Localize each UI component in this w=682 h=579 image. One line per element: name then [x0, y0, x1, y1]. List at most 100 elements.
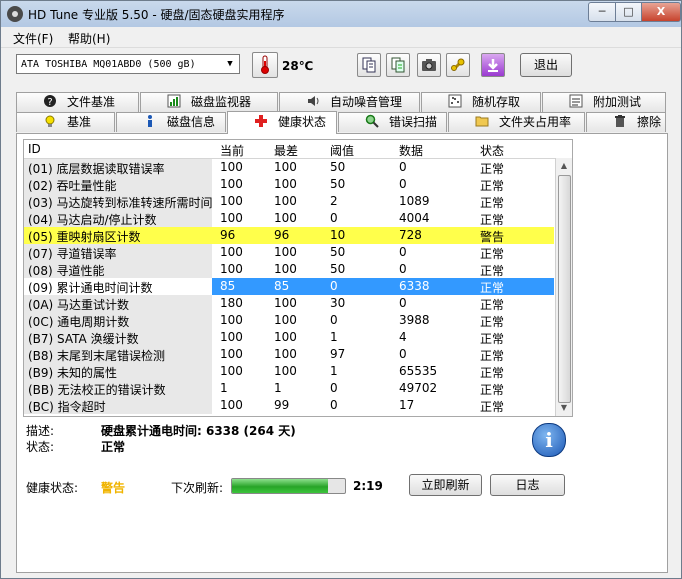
cell-data: 6338	[399, 279, 430, 293]
smart-table[interactable]: ID 当前 最差 阈值 数据 状态 (01) 底层数据读取错误率 100 100 50…	[23, 139, 573, 417]
tab-folder-usage[interactable]: 文件夹占用率	[448, 112, 585, 132]
thermometer-icon[interactable]	[252, 52, 278, 78]
cell-current: 100	[220, 262, 243, 276]
tab-erase[interactable]: 擦除	[586, 112, 666, 132]
tab-label: 错误扫描	[389, 115, 438, 129]
table-row[interactable]: (02) 吞吐量性能 100 100 50 0 正常	[24, 176, 554, 193]
col-header-id[interactable]: ID	[28, 142, 41, 156]
cell-status: 正常	[480, 247, 505, 261]
id-cell-background: (BB) 无法校正的错误计数	[24, 380, 212, 397]
col-header-threshold[interactable]: 阈值	[330, 142, 354, 159]
cell-status: 正常	[480, 400, 505, 414]
folder-icon	[475, 116, 489, 127]
svg-text:?: ?	[47, 97, 52, 108]
tab-label: 磁盘信息	[167, 115, 216, 129]
disk-monitor-icon	[167, 94, 181, 108]
id-cell-background: (B9) 未知的属性	[24, 363, 212, 380]
cell-id: (0C) 通电周期计数	[28, 315, 130, 329]
window-title: HD Tune 专业版 5.50 - 硬盘/固态硬盘实用程序	[28, 8, 285, 22]
cell-threshold: 0	[330, 313, 338, 327]
tab-error-scan[interactable]: 错误扫描	[338, 112, 447, 132]
cell-status: 警告	[480, 230, 505, 244]
table-row[interactable]: (B8) 末尾到末尾错误检测 100 100 97 0 正常	[24, 346, 554, 363]
col-header-data[interactable]: 数据	[399, 142, 423, 159]
refresh-now-button[interactable]: 立即刷新	[409, 474, 482, 496]
camera-icon[interactable]	[417, 53, 441, 77]
menu-help[interactable]: 帮助(H)	[68, 30, 110, 47]
title-bar[interactable]: HD Tune 专业版 5.50 - 硬盘/固态硬盘实用程序 ─ □ X	[1, 1, 681, 27]
copy-info-icon[interactable]	[386, 53, 410, 77]
exit-button[interactable]: 退出	[520, 53, 572, 77]
table-row[interactable]: (07) 寻道错误率 100 100 50 0 正常	[24, 244, 554, 261]
cell-threshold: 50	[330, 245, 346, 259]
table-row[interactable]: (03) 马达旋转到标准转速所需时间 100 100 2 1089 正常	[24, 193, 554, 210]
toolbar: ATA TOSHIBA MQ01ABD0 (500 gB) ▼ 28℃ 退出	[1, 48, 681, 86]
random-access-icon	[448, 94, 462, 108]
cell-status: 正常	[480, 349, 505, 363]
scroll-thumb[interactable]	[558, 175, 571, 403]
cell-id: (02) 吞吐量性能	[28, 179, 117, 193]
table-row[interactable]: (0A) 马达重试计数 180 100 30 0 正常	[24, 295, 554, 312]
settings-icon[interactable]	[446, 53, 470, 77]
table-row[interactable]: (BB) 无法校正的错误计数 1 1 0 49702 正常	[24, 380, 554, 397]
table-row[interactable]: (08) 寻道性能 100 100 50 0 正常	[24, 261, 554, 278]
menu-bar: 文件(F) 帮助(H)	[1, 27, 681, 48]
table-row[interactable]: (05) 重映射扇区计数 96 96 10 728 警告	[24, 227, 554, 244]
col-header-worst[interactable]: 最差	[274, 142, 298, 159]
tab-disk-monitor[interactable]: 磁盘监视器	[140, 92, 278, 112]
cell-current: 1	[220, 381, 228, 395]
menu-file[interactable]: 文件(F)	[13, 30, 53, 47]
health-status-label: 健康状态:	[26, 481, 79, 495]
maximize-button[interactable]: □	[615, 2, 642, 22]
cell-threshold: 1	[330, 364, 338, 378]
tab-random-access[interactable]: 随机存取	[421, 92, 541, 112]
speaker-icon	[308, 96, 319, 106]
chevron-down-icon[interactable]: ▼	[223, 57, 237, 71]
table-row[interactable]: (BC) 指令超时 100 99 0 17 正常	[24, 397, 554, 414]
cell-id: (BB) 无法校正的错误计数	[28, 383, 166, 397]
cell-current: 100	[220, 347, 243, 361]
scroll-down-icon[interactable]: ▼	[556, 400, 572, 416]
cell-threshold: 97	[330, 347, 346, 361]
table-row[interactable]: (B7) SATA 涣缓计数 100 100 1 4 正常	[24, 329, 554, 346]
copy-icon[interactable]	[357, 53, 381, 77]
minimize-button[interactable]: ─	[588, 2, 616, 22]
next-refresh-label: 下次刷新:	[171, 481, 224, 495]
table-row[interactable]: (0C) 通电周期计数 100 100 0 3988 正常	[24, 312, 554, 329]
col-header-status[interactable]: 状态	[480, 142, 504, 159]
cell-worst: 99	[274, 398, 290, 412]
log-button[interactable]: 日志	[490, 474, 565, 496]
cell-status: 正常	[480, 162, 505, 176]
cell-status: 正常	[480, 366, 505, 380]
vertical-scrollbar[interactable]: ▲ ▼	[555, 158, 572, 416]
cell-current: 100	[220, 364, 243, 378]
cell-worst: 100	[274, 194, 297, 208]
benchmark-icon	[45, 115, 55, 127]
tab-health[interactable]: 健康状态	[227, 111, 337, 134]
cell-data: 49702	[399, 381, 438, 395]
tab-disk-info[interactable]: 磁盘信息	[116, 112, 226, 132]
tab-extra-tests[interactable]: 附加测试	[542, 92, 666, 112]
table-row[interactable]: (09) 累计通电时间计数 85 85 0 6338 正常	[24, 278, 554, 295]
download-icon[interactable]	[481, 53, 505, 77]
tab-label: 健康状态	[278, 115, 327, 129]
cell-worst: 100	[274, 177, 297, 191]
tab-benchmark[interactable]: 基准	[16, 112, 115, 132]
scroll-up-icon[interactable]: ▲	[556, 158, 572, 174]
table-row[interactable]: (B9) 未知的属性 100 100 1 65535 正常	[24, 363, 554, 380]
cell-id: (B7) SATA 涣缓计数	[28, 332, 139, 346]
cell-id: (03) 马达旋转到标准转速所需时间	[28, 196, 213, 210]
table-row[interactable]: (04) 马达启动/停止计数 100 100 0 4004 正常	[24, 210, 554, 227]
tab-file-benchmark[interactable]: ? 文件基准	[16, 92, 139, 112]
cell-data: 17	[399, 398, 415, 412]
tab-noise-management[interactable]: 自动噪音管理	[279, 92, 420, 112]
col-header-current[interactable]: 当前	[220, 142, 244, 159]
drive-select[interactable]: ATA TOSHIBA MQ01ABD0 (500 gB) ▼	[16, 54, 240, 74]
id-cell-background: (B7) SATA 涣缓计数	[24, 329, 212, 346]
table-row[interactable]: (01) 底层数据读取错误率 100 100 50 0 正常	[24, 159, 554, 176]
cell-worst: 100	[274, 313, 297, 327]
close-button[interactable]: X	[641, 2, 681, 22]
cell-threshold: 2	[330, 194, 338, 208]
cell-threshold: 0	[330, 211, 338, 225]
id-cell-background: (03) 马达旋转到标准转速所需时间	[24, 193, 212, 210]
